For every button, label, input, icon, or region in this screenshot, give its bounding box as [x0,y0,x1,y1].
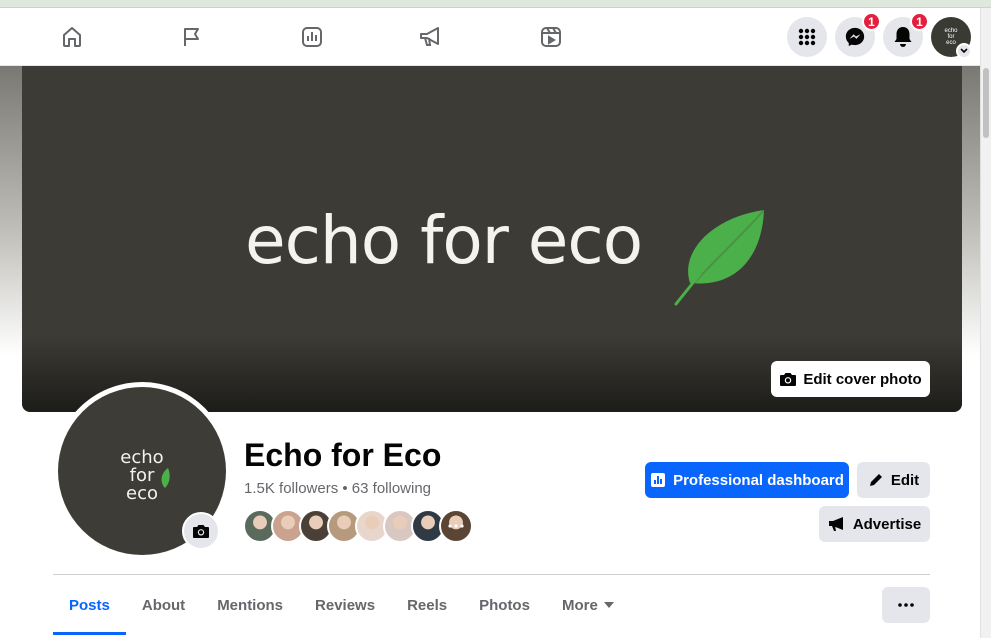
leaf-icon [674,209,765,306]
tab-reels[interactable]: Reels [391,575,463,635]
more-dots-icon [448,524,464,528]
more-options-button[interactable] [882,587,930,623]
flag-icon[interactable] [177,22,207,52]
browser-top-strip [0,0,991,8]
top-navbar: 1 1 echo for eco [0,8,980,66]
megaphone-icon[interactable] [416,22,446,52]
account-menu-chevron-icon[interactable] [956,43,972,59]
pencil-icon [869,474,882,486]
tab-more[interactable]: More [546,575,630,635]
update-profile-picture-button[interactable] [182,512,220,550]
reels-icon[interactable] [536,22,566,52]
professional-dashboard-label: Professional dashboard [673,471,844,489]
advertise-button[interactable]: Advertise [819,506,930,542]
edit-label: Edit [890,471,920,489]
bell-icon [894,27,912,47]
grid-menu-icon[interactable] [787,17,827,57]
advertise-label: Advertise [852,515,922,533]
cover-brand-text: echo for eco [245,202,643,279]
messenger-icon [845,27,865,47]
megaphone-icon [828,517,843,531]
camera-icon [780,373,797,386]
scrollbar-thumb[interactable] [983,68,989,138]
messenger-badge: 1 [862,12,881,31]
home-icon[interactable] [57,22,87,52]
tab-reviews[interactable]: Reviews [299,575,391,635]
tab-mentions[interactable]: Mentions [201,575,299,635]
tab-about[interactable]: About [126,575,201,635]
more-dots-icon [898,603,914,607]
messenger-button[interactable]: 1 [835,12,881,57]
caret-down-icon [603,602,614,608]
follower-avatars[interactable] [243,509,473,543]
notifications-button[interactable]: 1 [883,12,929,57]
camera-icon [193,525,209,538]
notifications-badge: 1 [910,12,929,31]
cover-photo: echo for eco Edit cover photo [22,66,962,412]
tab-photos[interactable]: Photos [463,575,546,635]
edit-button[interactable]: Edit [857,462,930,498]
profile-leaf-icon [161,468,170,488]
dashboard-icon [651,473,666,487]
page-scrollbar[interactable] [980,8,991,638]
follower-stats[interactable]: 1.5K followers • 63 following [244,480,431,497]
edit-cover-photo-button[interactable]: Edit cover photo [771,361,930,397]
follower-avatar-more[interactable] [439,509,473,543]
tab-posts[interactable]: Posts [53,575,126,635]
insights-icon[interactable] [297,22,327,52]
professional-dashboard-button[interactable]: Professional dashboard [645,462,849,498]
page-title: Echo for Eco [244,437,442,473]
edit-cover-photo-label: Edit cover photo [803,370,922,388]
profile-tabs: Posts About Mentions Reviews Reels Photo… [53,575,630,635]
